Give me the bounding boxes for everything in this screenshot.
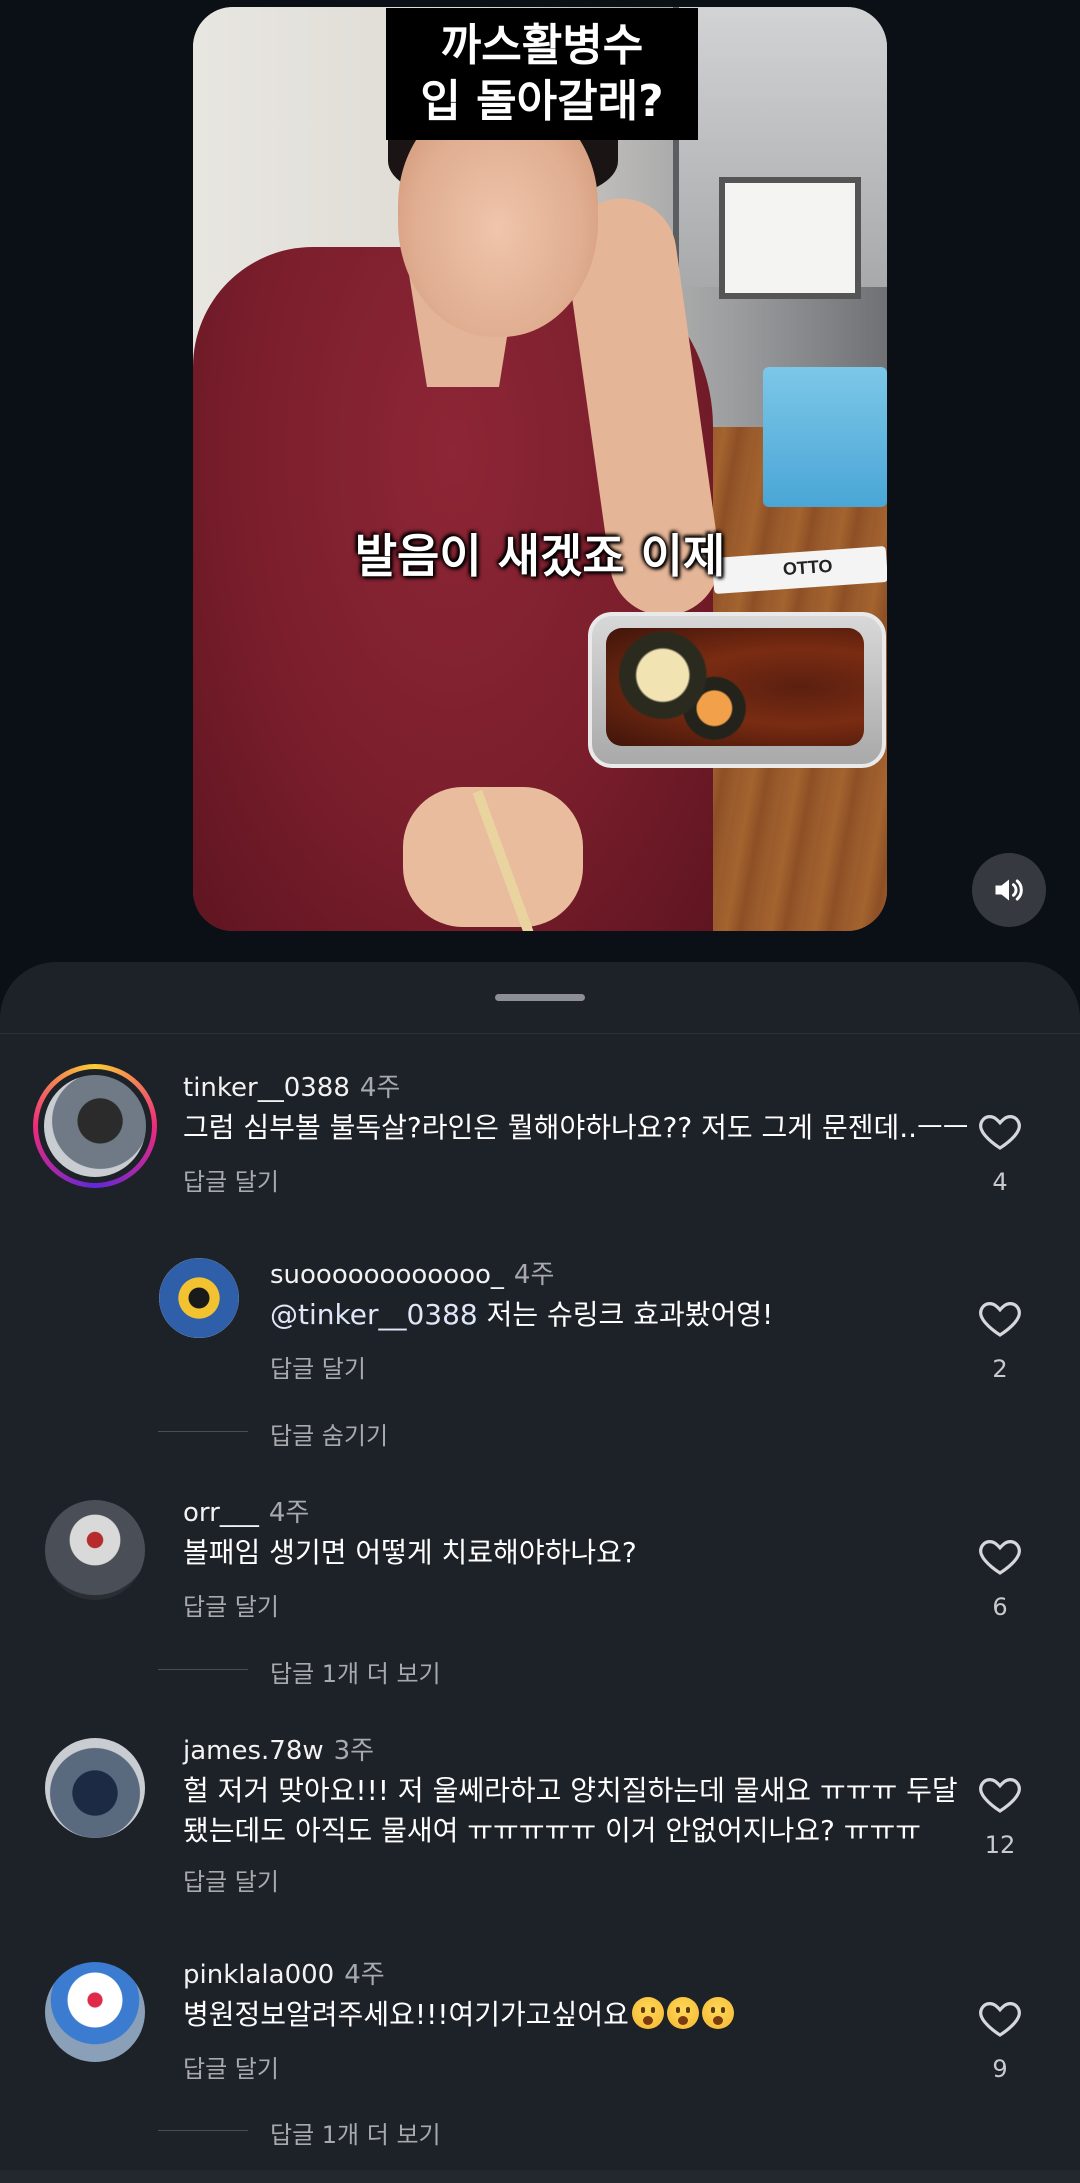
comment-username[interactable]: tinker__0388 4주: [183, 1067, 400, 1104]
reply-button[interactable]: 답글 달기: [270, 1349, 366, 1384]
reply-button[interactable]: 답글 달기: [183, 2049, 279, 2084]
comment-username[interactable]: pinklala000 4주: [183, 1954, 385, 1991]
like-count: 2: [992, 1355, 1008, 1383]
mention-link[interactable]: @tinker__0388: [270, 1298, 478, 1331]
video-food-tray: [588, 612, 886, 768]
comment-time: 4주: [268, 1498, 310, 1528]
like-count: 9: [992, 2055, 1008, 2083]
avatar[interactable]: [44, 1075, 146, 1177]
like-heart-icon[interactable]: [976, 1294, 1024, 1342]
video-person-hand: [403, 787, 583, 927]
sound-toggle-button[interactable]: [972, 853, 1046, 927]
video-tissue-box: [763, 367, 887, 507]
like-heart-icon[interactable]: [976, 1107, 1024, 1155]
comment-text: @tinker__0388 저는 슈링크 효과봤어영!: [270, 1298, 774, 1331]
comment-username[interactable]: suoooooooooooo_ 4주: [270, 1254, 554, 1291]
speaker-icon: [995, 879, 1023, 901]
comment-text: 병원정보알려주세요!!!여기가고싶어요: [183, 1995, 734, 2035]
avatar[interactable]: [45, 1500, 145, 1600]
avatar[interactable]: [159, 1258, 239, 1338]
reply-button[interactable]: 답글 달기: [183, 1862, 279, 1897]
comment-time: 4주: [344, 1960, 385, 1990]
like-count: 4: [992, 1168, 1008, 1196]
sheet-drag-handle[interactable]: [495, 994, 585, 1001]
comment-time: 3주: [333, 1736, 375, 1766]
comments-sheet: tinker__0388 4주 그럼 심부볼 불독살?라인은 뭘해야하나요?? 저…: [0, 962, 1080, 2183]
video-caption-subtitle: 발음이 새겠죠 이제: [354, 529, 726, 583]
like-heart-icon[interactable]: [976, 1994, 1024, 2042]
video-player[interactable]: OTTO: [193, 7, 887, 931]
surprised-face-emoji-icon: [666, 1997, 699, 2029]
view-more-replies-button[interactable]: 답글 1개 더 보기: [270, 1654, 441, 1689]
comment-username[interactable]: orr___ 4주: [183, 1492, 309, 1529]
like-heart-icon[interactable]: [976, 1532, 1024, 1580]
reply-button[interactable]: 답글 달기: [183, 1587, 279, 1622]
like-count: 6: [992, 1593, 1008, 1621]
like-heart-icon[interactable]: [976, 1770, 1024, 1818]
surprised-face-emoji-icon: [701, 1997, 734, 2029]
comment-text: 볼패임 생기면 어떻게 치료해야하나요?: [183, 1536, 637, 1569]
comment-text: 헐 저거 맞아요!!! 저 울쎄라하고 양치질하는데 물새요 ㅠㅠㅠ 두달 됐는…: [183, 1774, 958, 1847]
comment-username[interactable]: james.78w 3주: [183, 1730, 374, 1767]
avatar[interactable]: [45, 1738, 145, 1838]
bottom-emoji-bar-edge: [0, 2170, 1080, 2183]
comment-text: 그럼 심부볼 불독살?라인은 뭘해야하나요?? 저도 그게 문젠데..ㅡㅡ: [183, 1111, 969, 1144]
view-more-replies-button[interactable]: 답글 1개 더 보기: [270, 2115, 441, 2150]
comment-time: 4주: [513, 1260, 555, 1290]
reply-button[interactable]: 답글 달기: [183, 1162, 279, 1197]
video-caption-top: 까스활병수 입 돌아갈래?: [386, 8, 698, 140]
comment-time: 4주: [359, 1073, 401, 1103]
sheet-divider: [0, 1033, 1080, 1034]
video-window-frame: [673, 7, 887, 299]
avatar[interactable]: [45, 1962, 145, 2062]
hide-replies-button[interactable]: 답글 숨기기: [270, 1416, 388, 1451]
like-count: 12: [984, 1831, 1016, 1859]
surprised-face-emoji-icon: [631, 1997, 664, 2029]
